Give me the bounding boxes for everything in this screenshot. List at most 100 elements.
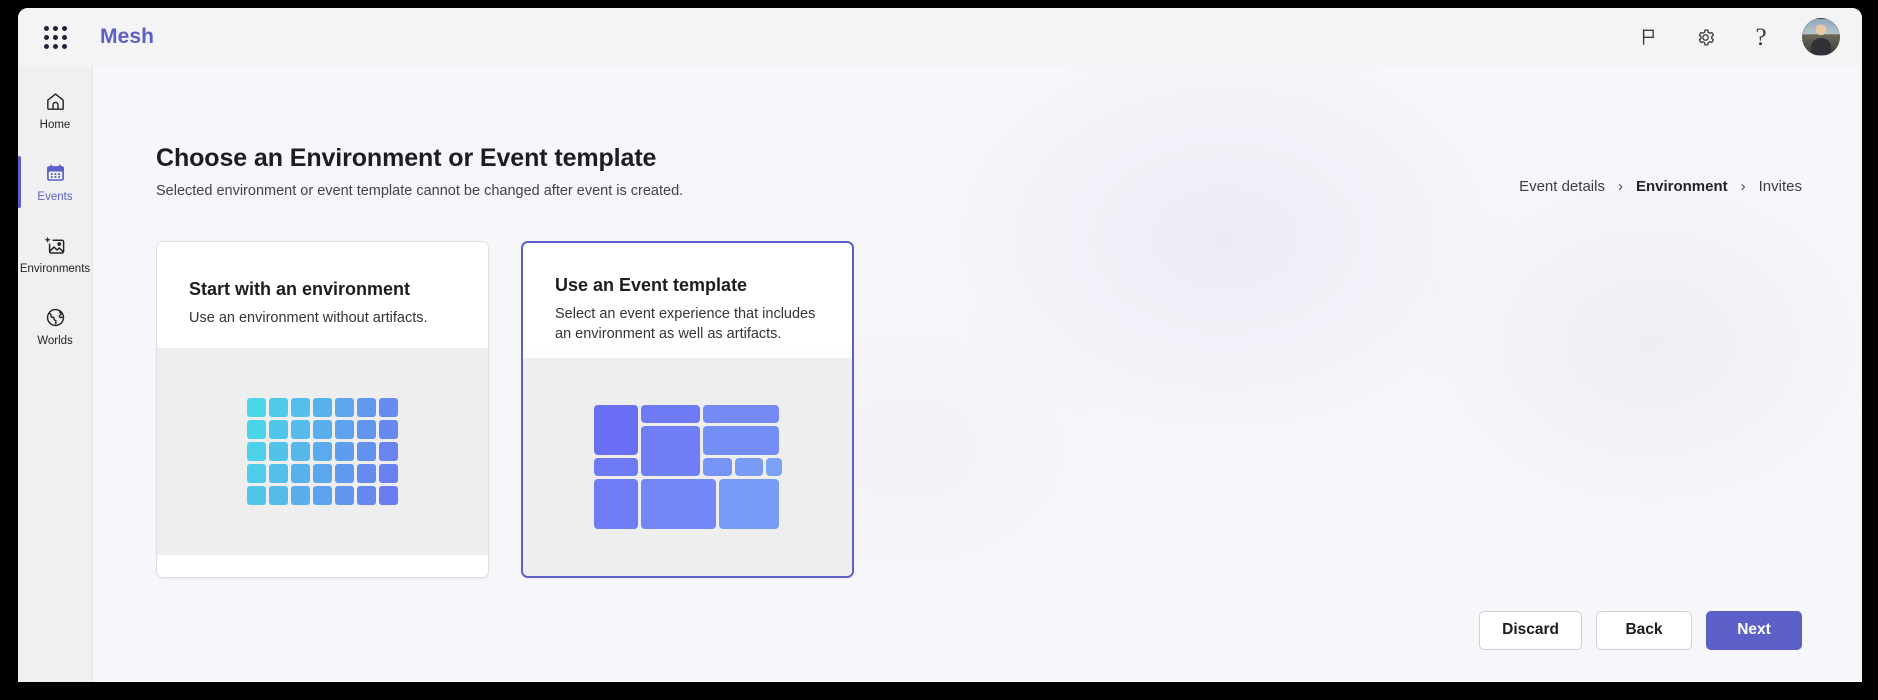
card-artwork (523, 358, 852, 576)
breadcrumb-item-invites[interactable]: Invites (1759, 178, 1802, 195)
card-artwork (157, 348, 488, 555)
grid-tile (379, 420, 398, 439)
grid-tile (357, 420, 376, 439)
breadcrumb-item-environment[interactable]: Environment (1636, 178, 1728, 195)
grid-tile (313, 420, 332, 439)
grid-tile (291, 420, 310, 439)
brand-title[interactable]: Mesh (100, 25, 154, 49)
template-choice-cards: Start with an environment Use an environ… (156, 241, 1802, 578)
grid-tile (291, 442, 310, 461)
header-row: Choose an Environment or Event template … (156, 66, 1802, 199)
mosaic-tile (640, 425, 701, 477)
sidebar-item-events[interactable]: Events (18, 146, 93, 218)
grid-tile (335, 464, 354, 483)
body-area: Home Events Environments Worlds Choose a… (18, 66, 1862, 682)
grid-tile (379, 442, 398, 461)
home-icon (44, 89, 67, 115)
grid-tile (335, 420, 354, 439)
card-title: Start with an environment (189, 279, 411, 299)
calendar-events-icon (44, 161, 67, 187)
app-launcher-icon[interactable] (32, 25, 78, 49)
mosaic-tile (703, 457, 732, 477)
grid-tile (357, 398, 376, 417)
top-bar: Mesh ? (18, 8, 1862, 66)
chevron-right-icon: › (1617, 178, 1623, 195)
mosaic-tile (703, 404, 779, 423)
flag-icon[interactable] (1628, 16, 1670, 58)
title-block: Choose an Environment or Event template … (156, 144, 683, 199)
mosaic-tiles-illustration (593, 404, 782, 530)
footer-actions: Discard Back Next (93, 578, 1862, 682)
grid-tile (379, 398, 398, 417)
grid-tile (313, 464, 332, 483)
grid-tile (335, 486, 354, 505)
mosaic-tile (593, 404, 638, 455)
page-title: Choose an Environment or Event template (156, 144, 657, 172)
screen-letterbox (0, 682, 1878, 700)
back-button[interactable]: Back (1596, 610, 1692, 650)
next-button[interactable]: Next (1706, 610, 1802, 650)
mosaic-tile (765, 457, 782, 477)
app-window: Mesh ? Home Events Environments Worlds C… (18, 8, 1862, 682)
grid-tile (291, 486, 310, 505)
avatar[interactable] (1802, 18, 1840, 56)
grid-tile (313, 486, 332, 505)
sidebar-item-worlds[interactable]: Worlds (18, 290, 93, 362)
mosaic-tile (718, 479, 779, 530)
mosaic-tile (593, 479, 638, 530)
grid-tile (247, 398, 266, 417)
gear-icon[interactable] (1684, 16, 1726, 58)
grid-tile (269, 464, 288, 483)
card-start-with-environment[interactable]: Start with an environment Use an environ… (156, 241, 489, 578)
grid-tile (357, 464, 376, 483)
globe-icon (44, 305, 67, 331)
grid-tile (335, 442, 354, 461)
mosaic-tile (734, 457, 763, 477)
grid-tile (269, 486, 288, 505)
grid-tiles-illustration (247, 398, 398, 505)
card-description: Use an environment without artifacts. (189, 310, 428, 326)
breadcrumb-item-event-details[interactable]: Event details (1519, 178, 1605, 195)
card-head: Start with an environment Use an environ… (157, 242, 488, 328)
sidebar-item-label: Worlds (37, 334, 73, 347)
grid-tile (313, 398, 332, 417)
card-description: Select an event experience that includes… (555, 306, 816, 342)
grid-tile (247, 486, 266, 505)
discard-button[interactable]: Discard (1479, 610, 1582, 650)
page-subtitle: Selected environment or event template c… (156, 183, 684, 199)
sidebar-item-label: Events (37, 190, 73, 203)
grid-tile (247, 442, 266, 461)
grid-tile (269, 442, 288, 461)
grid-tile (357, 442, 376, 461)
mosaic-tile (640, 479, 716, 530)
image-sparkle-icon (43, 233, 67, 259)
sidebar-item-environments[interactable]: Environments (18, 218, 93, 290)
card-title: Use an Event template (555, 275, 748, 295)
waffle-dots (43, 25, 67, 49)
grid-tile (335, 398, 354, 417)
grid-tile (291, 464, 310, 483)
chevron-right-icon: › (1740, 178, 1746, 195)
breadcrumb: Event details › Environment › Invites (1519, 144, 1802, 195)
grid-tile (379, 486, 398, 505)
grid-tile (247, 464, 266, 483)
grid-tile (291, 398, 310, 417)
sidebar-item-label: Home (39, 118, 71, 131)
content-inner: Choose an Environment or Event template … (93, 66, 1862, 578)
grid-tile (269, 420, 288, 439)
sidebar-item-home[interactable]: Home (18, 74, 93, 146)
grid-tile (357, 486, 376, 505)
main-content: Choose an Environment or Event template … (93, 66, 1862, 682)
mosaic-tile (640, 404, 701, 423)
grid-tile (379, 464, 398, 483)
mosaic-tile (593, 457, 638, 477)
mosaic-tile (703, 425, 779, 455)
card-use-event-template[interactable]: Use an Event template Select an event ex… (521, 241, 854, 578)
grid-tile (247, 420, 266, 439)
card-head: Use an Event template Select an event ex… (523, 243, 852, 344)
sidebar-item-label: Environments (19, 262, 91, 275)
grid-tile (313, 442, 332, 461)
grid-tile (269, 398, 288, 417)
help-icon[interactable]: ? (1740, 16, 1782, 58)
sidebar: Home Events Environments Worlds (18, 66, 93, 682)
